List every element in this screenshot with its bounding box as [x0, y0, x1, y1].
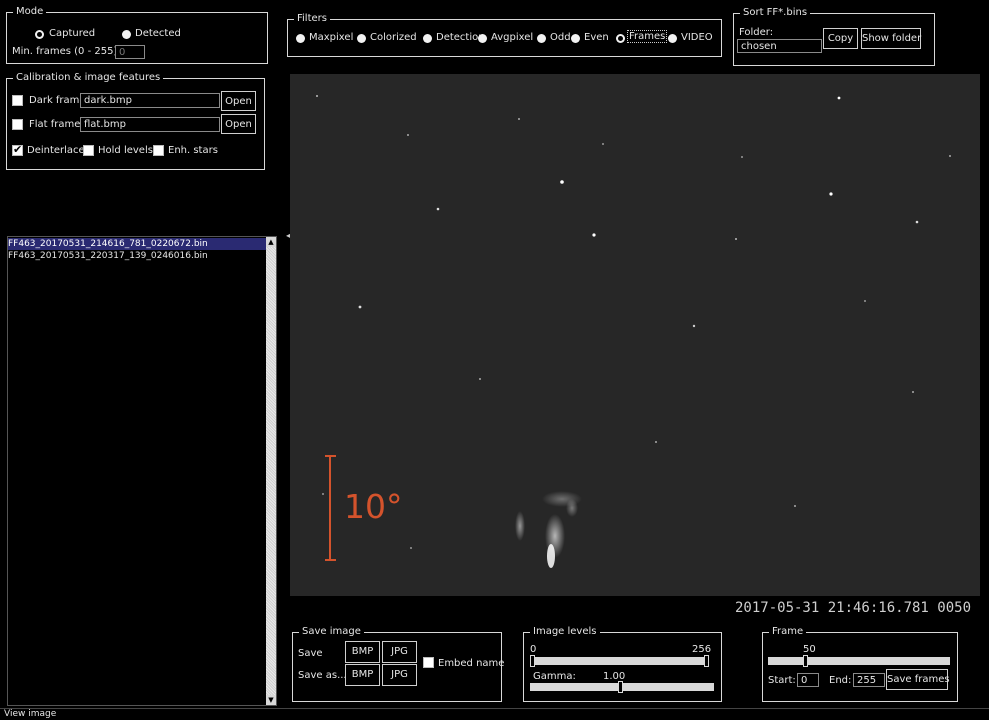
frame-current-value: 50	[803, 644, 816, 655]
save-as-bmp-button[interactable]: BMP	[345, 664, 380, 686]
scroll-up-button[interactable]: ▲	[266, 237, 276, 247]
frame-group: Frame	[762, 626, 958, 702]
filter-avgpixel-label: Avgpixel	[491, 32, 534, 43]
file-list-item-selected[interactable]: FF463_20170531_214616_781_0220672.bin	[8, 238, 269, 250]
mode-legend: Mode	[13, 6, 47, 17]
detected-radio[interactable]	[122, 30, 131, 39]
status-bar: View image	[0, 708, 989, 720]
filter-odd-label: Odd	[550, 32, 571, 43]
scroll-down-button[interactable]: ▼	[266, 695, 276, 705]
flat-frame-input[interactable]: flat.bmp	[80, 117, 220, 132]
dark-frame-label: Dark frame	[29, 95, 86, 106]
image-timestamp: 2017-05-31 21:46:16.781 0050	[735, 600, 972, 616]
file-list-scrollbar[interactable]: ▲ ▼	[266, 237, 276, 705]
save-label: Save	[298, 648, 323, 659]
levels-max-thumb[interactable]	[704, 655, 709, 667]
filter-video-radio[interactable]	[668, 34, 677, 43]
dark-frame-open-button[interactable]: Open	[221, 91, 256, 111]
folder-input[interactable]: chosen	[737, 39, 822, 53]
save-jpg-button[interactable]: JPG	[382, 641, 417, 663]
levels-slider-track[interactable]	[535, 657, 706, 665]
save-image-legend: Save image	[299, 626, 364, 637]
filter-maxpixel-radio[interactable]	[296, 34, 305, 43]
file-list[interactable]: FF463_20170531_214616_781_0220672.bin FF…	[7, 236, 277, 706]
file-list-item[interactable]: FF463_20170531_220317_139_0246016.bin	[8, 250, 269, 262]
scale-label: 10°	[344, 487, 403, 526]
flat-frame-label: Flat frame	[29, 119, 81, 130]
filter-even-radio[interactable]	[571, 34, 580, 43]
frame-legend: Frame	[769, 626, 807, 637]
filter-even-label: Even	[584, 32, 609, 43]
copy-button[interactable]: Copy	[823, 28, 858, 49]
show-folder-button[interactable]: Show folder	[861, 28, 921, 49]
start-input[interactable]: 0	[797, 673, 819, 687]
embed-name-checkbox[interactable]	[423, 657, 434, 668]
min-frames-input[interactable]: 0	[115, 45, 145, 59]
save-frames-button[interactable]: Save frames	[886, 669, 950, 690]
folder-label: Folder:	[739, 27, 774, 38]
filter-colorized-label: Colorized	[370, 32, 417, 43]
enh-stars-label: Enh. stars	[168, 145, 218, 156]
frame-slider-track[interactable]	[768, 657, 950, 665]
save-as-label: Save as...	[298, 670, 347, 681]
gamma-thumb[interactable]	[618, 681, 623, 693]
dark-frame-checkbox[interactable]	[12, 95, 23, 106]
calibration-legend: Calibration & image features	[13, 72, 164, 83]
flat-frame-checkbox[interactable]	[12, 119, 23, 130]
end-label: End:	[829, 675, 852, 686]
filters-legend: Filters	[294, 13, 330, 24]
scale-bar	[325, 455, 336, 561]
deinterlace-checkbox[interactable]	[12, 143, 23, 156]
filter-frames-radio[interactable]	[616, 34, 625, 43]
gamma-label: Gamma:	[533, 671, 576, 682]
hold-levels-label: Hold levels	[98, 145, 153, 156]
filter-colorized-radio[interactable]	[357, 34, 366, 43]
levels-min-thumb[interactable]	[530, 655, 535, 667]
deinterlace-label: Deinterlace	[27, 145, 85, 156]
embed-name-label: Embed name	[438, 658, 505, 669]
min-frames-label: Min. frames (0 - 255):	[12, 46, 121, 57]
end-input[interactable]: 255	[853, 673, 885, 687]
filter-avgpixel-radio[interactable]	[478, 34, 487, 43]
filter-detection-radio[interactable]	[423, 34, 432, 43]
hold-levels-checkbox[interactable]	[83, 145, 94, 156]
levels-min-value: 0	[530, 644, 537, 655]
filter-odd-radio[interactable]	[537, 34, 546, 43]
enh-stars-checkbox[interactable]	[153, 145, 164, 156]
flat-frame-open-button[interactable]: Open	[221, 114, 256, 134]
detected-label: Detected	[135, 28, 181, 39]
status-text: View image	[4, 709, 57, 719]
image-levels-legend: Image levels	[530, 626, 600, 637]
sort-legend: Sort FF*.bins	[740, 7, 811, 18]
dark-frame-input[interactable]: dark.bmp	[80, 93, 220, 108]
captured-label: Captured	[49, 28, 96, 39]
image-view[interactable]: 10°	[290, 74, 980, 596]
save-bmp-button[interactable]: BMP	[345, 641, 380, 663]
filter-frames-label: Frames	[626, 30, 668, 43]
filter-maxpixel-label: Maxpixel	[309, 32, 354, 43]
captured-radio[interactable]	[35, 30, 44, 39]
levels-max-value: 256	[692, 644, 712, 655]
filter-video-label: VIDEO	[681, 32, 713, 43]
frame-thumb[interactable]	[803, 655, 808, 667]
save-as-jpg-button[interactable]: JPG	[382, 664, 417, 686]
start-label: Start:	[768, 675, 796, 686]
